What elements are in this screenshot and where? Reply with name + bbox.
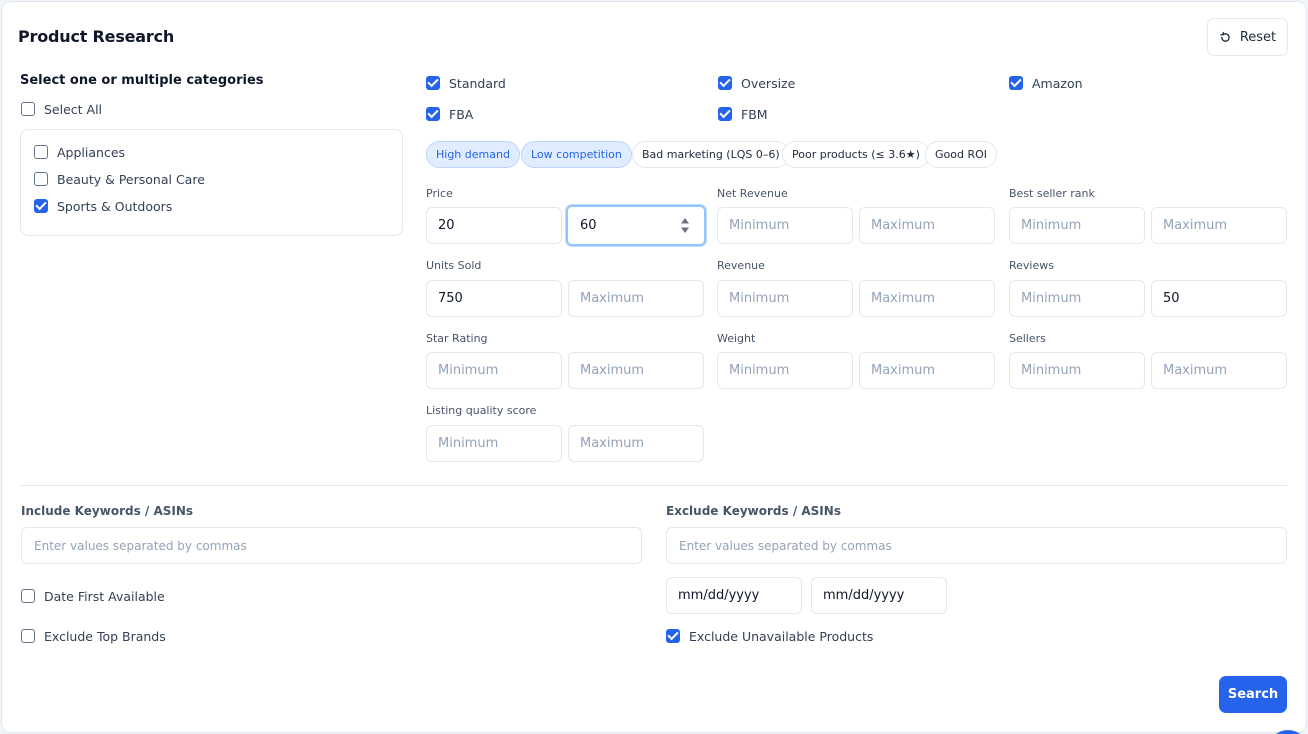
date-from-input[interactable]: mm/dd/yyyy <box>666 577 802 614</box>
bsr-min-input[interactable]: Minimum <box>1009 207 1145 244</box>
reviews-min-input[interactable]: Minimum <box>1009 280 1145 317</box>
select-all-option[interactable]: Select All <box>21 101 102 117</box>
sports-checkbox[interactable] <box>34 199 48 213</box>
lqs-min-input[interactable]: Minimum <box>426 425 562 462</box>
standard-label: Standard <box>449 75 506 91</box>
oversize-label: Oversize <box>741 75 796 91</box>
units-sold-max-input[interactable]: Maximum <box>568 280 704 317</box>
lqs-label: Listing quality score <box>426 404 537 417</box>
chip-bad-marketing[interactable]: Bad marketing (LQS 0–6) <box>632 141 790 168</box>
chip-high-demand[interactable]: High demand <box>426 141 520 168</box>
lqs-max-input[interactable]: Maximum <box>568 425 704 462</box>
beauty-checkbox[interactable] <box>34 172 48 186</box>
date-to-input[interactable]: mm/dd/yyyy <box>811 577 947 614</box>
exclude-top-brands-checkbox[interactable] <box>21 629 35 643</box>
category-label: Appliances <box>57 144 126 160</box>
section-divider <box>20 485 1287 486</box>
best-seller-rank-label: Best seller rank <box>1009 187 1095 200</box>
exclude-unavailable-label: Exclude Unavailable Products <box>689 628 874 644</box>
select-all-label: Select All <box>44 101 103 117</box>
select-all-checkbox[interactable] <box>21 102 35 116</box>
date-first-available-label: Date First Available <box>44 588 165 604</box>
exclude-top-brands-option[interactable]: Exclude Top Brands <box>21 628 166 644</box>
option-fbm[interactable]: FBM <box>718 106 768 122</box>
sellers-max-input[interactable]: Maximum <box>1151 352 1287 389</box>
reset-label: Reset <box>1239 29 1277 45</box>
reviews-max-input[interactable]: 50 <box>1151 280 1287 317</box>
sellers-min-input[interactable]: Minimum <box>1009 352 1145 389</box>
chip-poor-products[interactable]: Poor products (≤ 3.6★) <box>782 141 930 168</box>
amazon-checkbox[interactable] <box>1009 76 1023 90</box>
exclude-unavailable-checkbox[interactable] <box>666 629 680 643</box>
price-max-input[interactable]: 60 <box>566 205 706 246</box>
star-rating-label: Star Rating <box>426 332 488 345</box>
option-oversize[interactable]: Oversize <box>718 75 795 91</box>
standard-checkbox[interactable] <box>426 76 440 90</box>
price-label: Price <box>426 187 453 200</box>
amazon-label: Amazon <box>1032 75 1083 91</box>
net-revenue-label: Net Revenue <box>717 187 788 200</box>
date-first-available-option[interactable]: Date First Available <box>21 588 165 604</box>
category-label: Sports & Outdoors <box>57 198 173 214</box>
fbm-label: FBM <box>741 106 768 122</box>
revenue-max-input[interactable]: Maximum <box>859 280 995 317</box>
option-amazon[interactable]: Amazon <box>1009 75 1083 91</box>
refresh-icon <box>1220 31 1230 42</box>
fbm-checkbox[interactable] <box>718 107 732 121</box>
price-min-input[interactable]: 20 <box>426 207 562 244</box>
bsr-max-input[interactable]: Maximum <box>1151 207 1287 244</box>
option-fba[interactable]: FBA <box>426 106 473 122</box>
include-keywords-label: Include Keywords / ASINs <box>21 504 194 518</box>
net-revenue-max-input[interactable]: Maximum <box>859 207 995 244</box>
exclude-keywords-label: Exclude Keywords / ASINs <box>666 504 841 518</box>
star-rating-max-input[interactable]: Maximum <box>568 352 704 389</box>
search-button[interactable]: Search <box>1219 676 1287 713</box>
weight-label: Weight <box>717 332 756 345</box>
option-standard[interactable]: Standard <box>426 75 506 91</box>
exclude-top-brands-label: Exclude Top Brands <box>44 628 166 644</box>
category-item-sports[interactable]: Sports & Outdoors <box>34 198 172 214</box>
exclude-keywords-input[interactable]: Enter values separated by commas <box>666 527 1287 564</box>
weight-min-input[interactable]: Minimum <box>717 352 853 389</box>
reviews-label: Reviews <box>1009 259 1054 272</box>
chip-good-roi[interactable]: Good ROI <box>925 141 998 168</box>
date-first-available-checkbox[interactable] <box>21 589 35 603</box>
fba-checkbox[interactable] <box>426 107 440 121</box>
price-max-value: 60 <box>580 218 597 233</box>
reset-button[interactable]: Reset <box>1207 18 1288 56</box>
category-item-beauty[interactable]: Beauty & Personal Care <box>34 171 205 187</box>
units-sold-min-input[interactable]: 750 <box>426 280 562 317</box>
chip-low-competition[interactable]: Low competition <box>521 141 632 168</box>
revenue-label: Revenue <box>717 259 765 272</box>
units-sold-label: Units Sold <box>426 259 482 272</box>
page-title: Product Research <box>18 27 175 46</box>
revenue-min-input[interactable]: Minimum <box>717 280 853 317</box>
include-keywords-input[interactable]: Enter values separated by commas <box>21 527 642 564</box>
category-label: Beauty & Personal Care <box>57 171 205 187</box>
fba-label: FBA <box>449 106 474 122</box>
exclude-unavailable-option[interactable]: Exclude Unavailable Products <box>666 628 873 644</box>
sellers-label: Sellers <box>1009 332 1046 345</box>
appliances-checkbox[interactable] <box>34 145 48 159</box>
category-item-appliances[interactable]: Appliances <box>34 144 125 160</box>
net-revenue-min-input[interactable]: Minimum <box>717 207 853 244</box>
weight-max-input[interactable]: Maximum <box>859 352 995 389</box>
star-rating-min-input[interactable]: Minimum <box>426 352 562 389</box>
categories-heading: Select one or multiple categories <box>20 73 264 88</box>
spinner-arrows-icon[interactable] <box>680 216 690 235</box>
oversize-checkbox[interactable] <box>718 76 732 90</box>
